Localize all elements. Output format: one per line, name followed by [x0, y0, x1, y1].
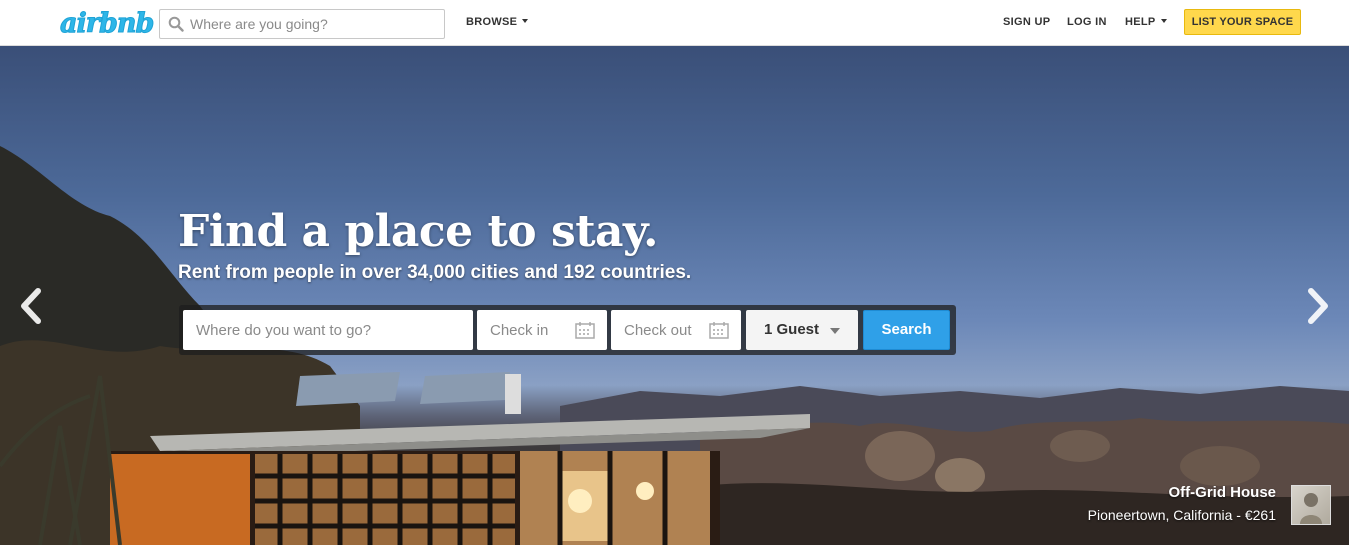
chevron-down-icon	[830, 328, 840, 334]
host-photo	[1300, 493, 1322, 524]
header-search[interactable]	[159, 9, 445, 39]
help-label: HELP	[1125, 16, 1156, 28]
hero-subline: Rent from people in over 34,000 cities a…	[178, 262, 692, 283]
chevron-down-icon	[522, 19, 529, 24]
search-icon	[168, 16, 184, 32]
calendar-icon	[575, 322, 595, 339]
log-in-link[interactable]: LOG IN	[1067, 16, 1107, 28]
listing-caption[interactable]: Off-Grid House Pioneertown, California -…	[1088, 484, 1276, 523]
where-input[interactable]	[183, 310, 473, 350]
hero-carousel: Find a place to stay. Rent from people i…	[0, 46, 1349, 545]
chevron-down-icon	[1160, 19, 1167, 24]
browse-label: BROWSE	[466, 16, 518, 28]
logo-wordmark: airbnb	[59, 8, 154, 39]
host-avatar[interactable]	[1291, 485, 1331, 525]
guests-value: 1 Guest	[764, 321, 820, 338]
top-nav: airbnb BROWSE SIGN UP LOG IN HELP LIST Y…	[0, 0, 1349, 46]
listing-title[interactable]: Off-Grid House	[1088, 484, 1277, 501]
hero-background-photo	[0, 146, 1349, 545]
sign-up-link[interactable]: SIGN UP	[1003, 16, 1050, 28]
checkout-field[interactable]	[611, 310, 741, 350]
browse-menu[interactable]: BROWSE	[466, 16, 529, 28]
chevron-left-icon[interactable]	[16, 286, 46, 326]
airbnb-logo[interactable]: airbnb	[59, 8, 154, 39]
listing-location-price: Pioneertown, California - €261	[1087, 507, 1276, 523]
hero-search-bar: 1 Guest Search	[179, 305, 956, 355]
guests-select[interactable]: 1 Guest	[746, 310, 858, 350]
search-button[interactable]: Search	[863, 310, 950, 350]
calendar-icon	[709, 322, 729, 339]
help-menu[interactable]: HELP	[1125, 16, 1167, 28]
header-search-input[interactable]	[190, 10, 440, 38]
checkin-field[interactable]	[477, 310, 607, 350]
list-your-space-button[interactable]: LIST YOUR SPACE	[1184, 9, 1301, 35]
where-field[interactable]	[183, 310, 473, 350]
chevron-right-icon[interactable]	[1303, 286, 1333, 326]
hero-headline: Find a place to stay.	[178, 206, 658, 257]
